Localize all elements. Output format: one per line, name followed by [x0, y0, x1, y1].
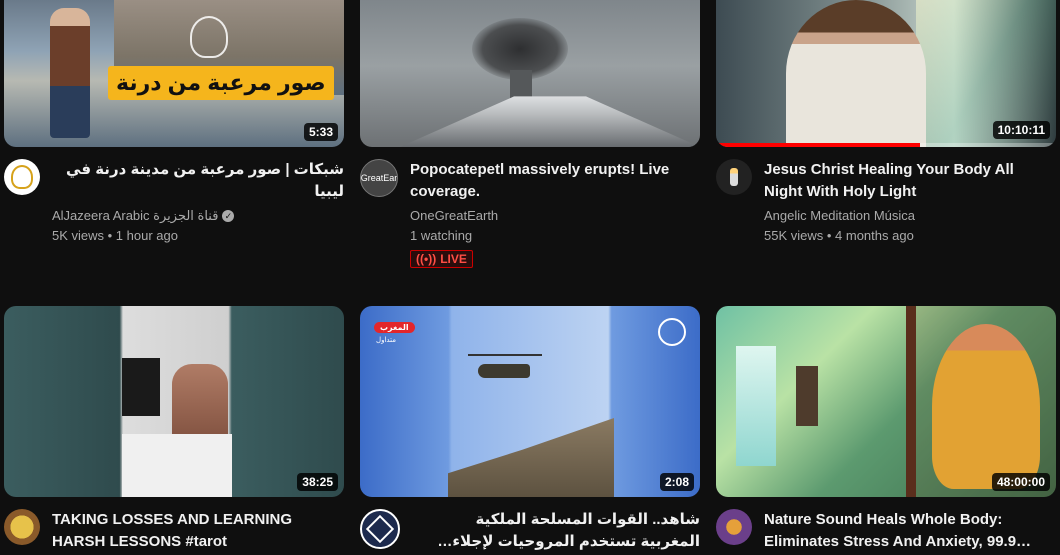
- video-card[interactable]: المغرب متداول 2:08 شاهد.. القوات المسلحة…: [360, 306, 700, 553]
- video-thumbnail[interactable]: 10:10:11: [716, 0, 1056, 147]
- channel-avatar[interactable]: [4, 509, 40, 545]
- thumbnail-volcano: [400, 96, 700, 147]
- thumbnail-rotor: [468, 354, 542, 356]
- video-title[interactable]: شاهد.. القوات المسلحة الملكية المغربية ت…: [412, 509, 700, 553]
- channel-name-label: OneGreatEarth: [410, 208, 499, 223]
- aljazeera-logo-icon: [190, 16, 228, 58]
- video-stats: 55K views • 4 months ago: [764, 228, 914, 243]
- buddha-figure-icon: [932, 324, 1040, 489]
- thumbnail-mountain: [448, 418, 614, 497]
- thumbnail-desk: [122, 434, 232, 497]
- channel-avatar[interactable]: [360, 509, 400, 549]
- channel-avatar[interactable]: GreatEar: [360, 159, 398, 197]
- avatar-text: GreatEar: [360, 173, 398, 183]
- thumbnail-figure: [786, 0, 926, 147]
- video-stats: 5K views • 1 hour ago: [52, 228, 178, 243]
- thumbnail-badge-sub: متداول: [376, 337, 396, 344]
- watch-progress-bar: [716, 143, 920, 147]
- video-duration: 5:33: [303, 123, 338, 141]
- channel-logo-icon: [658, 318, 686, 346]
- video-stats: 1 watching: [410, 228, 473, 243]
- thumbnail-waterfall: [736, 346, 776, 466]
- channel-avatar[interactable]: [716, 509, 752, 545]
- channel-name-label: Angelic Meditation Música: [764, 208, 916, 223]
- live-broadcast-icon: ((•)): [416, 252, 437, 266]
- aljazeera-logo-icon: [11, 165, 33, 189]
- thumbnail-presenter: [50, 8, 90, 138]
- channel-name-label: AlJazeera Arabic قناة الجزيرة: [52, 208, 219, 223]
- video-thumbnail[interactable]: [360, 0, 700, 147]
- thumbnail-monitor: [122, 358, 160, 416]
- video-duration: 38:25: [297, 473, 338, 491]
- video-thumbnail[interactable]: 48:00:00: [716, 306, 1056, 497]
- video-thumbnail[interactable]: 38:25: [4, 306, 344, 497]
- video-card[interactable]: GreatEar Popocatepetl massively erupts! …: [360, 0, 700, 268]
- live-badge-label: LIVE: [440, 252, 467, 266]
- live-badge: ((•)) LIVE: [410, 250, 473, 268]
- video-title[interactable]: Popocatepetl massively erupts! Live cove…: [410, 159, 700, 203]
- channel-name[interactable]: OneGreatEarth: [410, 206, 700, 226]
- video-card[interactable]: 10:10:11 Jesus Christ Healing Your Body …: [716, 0, 1056, 246]
- channel-avatar[interactable]: [716, 159, 752, 195]
- thumbnail-badge: المغرب: [374, 322, 415, 333]
- verified-badge-icon: ✓: [222, 210, 235, 222]
- helicopter-icon: [478, 364, 530, 378]
- video-card[interactable]: صور مرعبة من درنة 5:33 شبكات | صور مرعبة…: [4, 0, 344, 246]
- video-thumbnail[interactable]: صور مرعبة من درنة 5:33: [4, 0, 344, 147]
- video-title[interactable]: Nature Sound Heals Whole Body: Eliminate…: [764, 509, 1056, 553]
- video-title[interactable]: شبكات | صور مرعبة من مدينة درنة في ليبيا: [52, 159, 344, 203]
- channel-name[interactable]: AlJazeera Arabic قناة الجزيرة ✓: [52, 206, 344, 226]
- channel-avatar[interactable]: [4, 159, 40, 195]
- channel-name[interactable]: Angelic Meditation Música: [764, 206, 1056, 226]
- video-title[interactable]: TAKING LOSSES AND LEARNING HARSH LESSONS…: [52, 509, 344, 553]
- video-duration: 2:08: [659, 473, 694, 491]
- thumbnail-caption: صور مرعبة من درنة: [108, 66, 334, 100]
- channel-logo-icon: [365, 514, 395, 544]
- thumbnail-pagoda: [796, 366, 818, 426]
- video-card[interactable]: 38:25 TAKING LOSSES AND LEARNING HARSH L…: [4, 306, 344, 553]
- video-duration: 48:00:00: [991, 473, 1050, 491]
- video-duration: 10:10:11: [992, 121, 1050, 139]
- video-title[interactable]: Jesus Christ Healing Your Body All Night…: [764, 159, 1056, 203]
- video-thumbnail[interactable]: المغرب متداول 2:08: [360, 306, 700, 497]
- candle-icon: [730, 168, 738, 186]
- video-card[interactable]: 48:00:00 Nature Sound Heals Whole Body: …: [716, 306, 1056, 553]
- thumbnail-smoke: [510, 70, 532, 100]
